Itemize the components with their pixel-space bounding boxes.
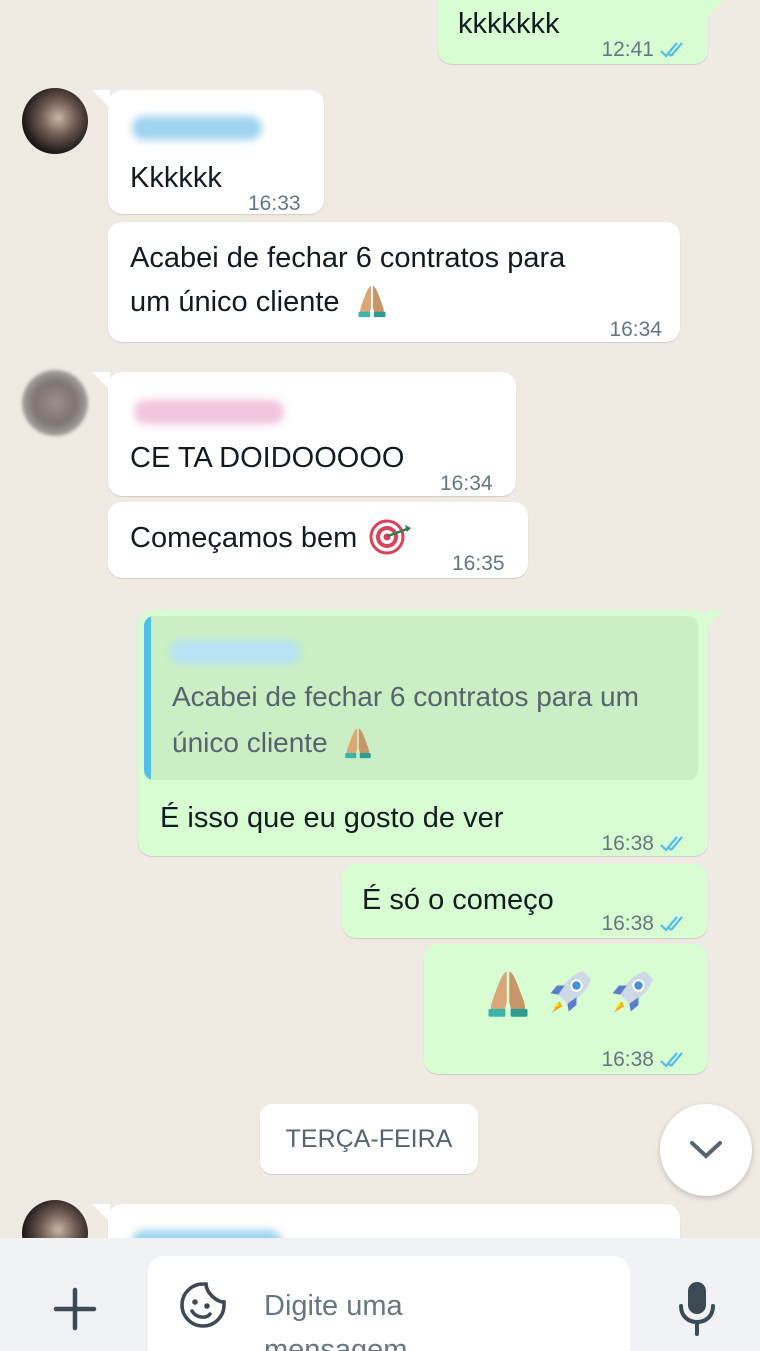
rocket-emoji [606,966,658,1018]
rocket-emoji [544,966,596,1018]
message-bubble-outgoing[interactable]: Acabei de fechar 6 contratos para um úni… [138,610,708,856]
message-time: 16:38 [601,1048,654,1071]
double-check-icon [660,915,690,933]
message-text-line: Acabei de fechar 6 contratos para [130,242,566,274]
quote-accent-bar [144,616,151,780]
message-bubble-outgoing[interactable]: 16:38 [424,944,708,1074]
target-emoji [369,516,413,556]
bubble-tail [706,0,724,18]
bubble-tail [706,610,724,628]
message-bubble-incoming[interactable]: CE TA DOIDOOOOO 16:34 [108,372,516,496]
mic-button[interactable] [672,1278,722,1338]
message-time: 16:38 [601,832,654,855]
praying-hands-emoji [482,966,534,1018]
day-separator: TERÇA-FEIRA [260,1104,478,1174]
message-time: 12:41 [601,38,654,61]
message-text: CE TA DOIDOOOOO [130,442,405,474]
message-bubble-incoming[interactable]: Começamos bem 16:35 [108,502,528,578]
message-text: Começamos bem [130,522,358,554]
praying-hands-emoji [341,725,375,759]
quoted-message[interactable]: Acabei de fechar 6 contratos para um úni… [144,616,698,780]
double-check-icon [660,41,690,59]
message-input[interactable]: Digite uma mensagem [148,1256,630,1351]
plus-icon [53,1287,97,1331]
message-text: Kkkkkk [130,162,222,194]
message-bubble-outgoing[interactable]: kkkkkkk 12:41 [438,0,708,64]
message-text: É só o começo [362,884,554,916]
message-meta: 16:38 [601,1038,690,1082]
quoted-text-line: único cliente [172,720,375,766]
message-bubble-incoming[interactable]: Kkkkkk 16:33 [108,90,324,215]
chat-area[interactable]: kkkkkkk 12:41 Kkkkkk 16:33 Acabei de fec… [0,0,760,1238]
message-text: um único cliente [130,286,340,318]
sender-name [132,116,262,140]
sticker-icon[interactable] [178,1280,228,1330]
emoji-row [482,966,658,1018]
chevron-down-icon [690,1141,722,1159]
praying-hands-emoji [354,282,390,318]
double-check-icon [660,835,690,853]
message-meta: 12:41 [601,28,690,72]
avatar[interactable] [22,1200,88,1238]
double-check-icon [660,1051,690,1069]
sender-name [132,1230,282,1238]
sender-name [134,400,284,424]
quoted-sender-name [170,640,300,664]
message-meta: 16:38 [601,822,690,866]
quoted-text-line: Acabei de fechar 6 contratos para um [172,681,639,712]
message-time: 16:38 [601,912,654,935]
input-placeholder: Digite uma mensagem [264,1290,408,1351]
avatar[interactable] [22,88,88,154]
quoted-text: único cliente [172,727,328,758]
message-bubble-outgoing[interactable]: É só o começo 16:38 [342,864,708,938]
avatar[interactable] [22,370,88,436]
message-text-line: um único cliente [130,280,390,324]
message-meta: 16:38 [601,902,690,946]
message-time: 16:34 [609,318,662,341]
message-composer: Digite uma mensagem [0,1238,760,1351]
message-time: 16:35 [452,552,505,575]
message-text: kkkkkkk [458,8,560,40]
message-bubble-incoming[interactable] [108,1204,680,1238]
microphone-icon [679,1282,715,1336]
message-text-line: Começamos bem [130,516,413,560]
message-time: 16:34 [440,472,493,495]
scroll-to-bottom-button[interactable] [660,1104,752,1196]
attach-button[interactable] [50,1284,100,1334]
message-text: É isso que eu gosto de ver [160,802,504,834]
message-bubble-incoming[interactable]: Acabei de fechar 6 contratos para um úni… [108,222,680,342]
message-time: 16:33 [248,192,301,215]
